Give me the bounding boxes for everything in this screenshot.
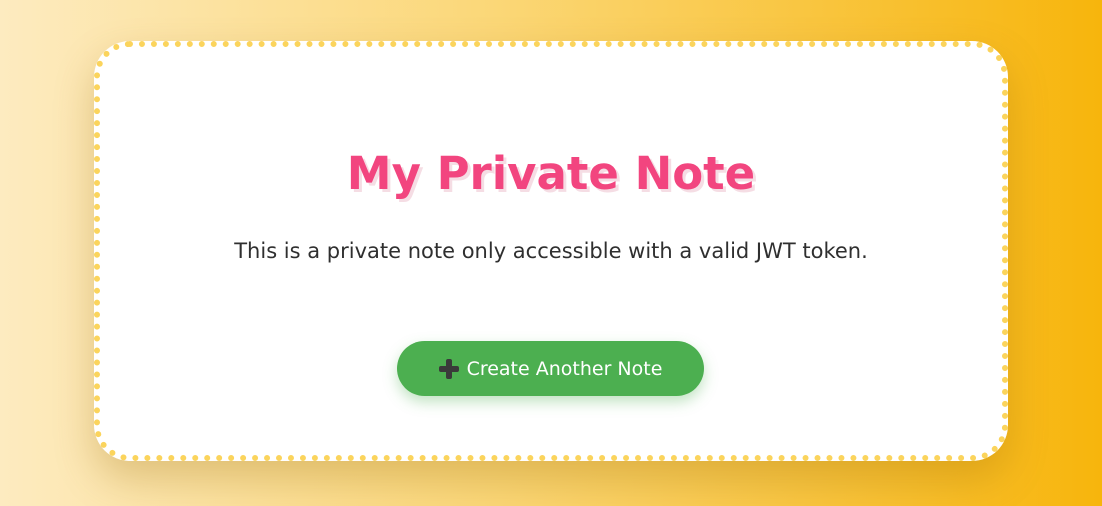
note-body: This is a private note only accessible w… xyxy=(234,239,868,263)
plus-icon xyxy=(438,358,459,379)
note-title: My Private Note xyxy=(346,147,756,200)
create-another-note-label: Create Another Note xyxy=(466,357,663,380)
create-another-note-button[interactable]: Create Another Note xyxy=(397,341,704,396)
note-card: My Private Note This is a private note o… xyxy=(94,41,1008,461)
